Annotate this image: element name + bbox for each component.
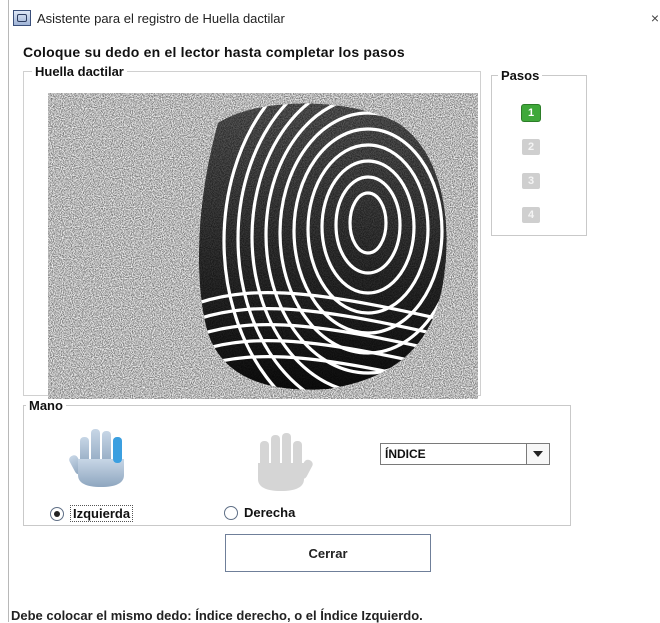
app-window-icon	[13, 10, 31, 26]
step-3-indicator: 3	[522, 173, 540, 189]
close-button[interactable]: Cerrar	[225, 534, 431, 572]
window-title: Asistente para el registro de Huella dac…	[37, 10, 285, 26]
steps-panel-legend: Pasos	[501, 68, 540, 83]
right-hand-icon	[258, 433, 313, 491]
registration-window: Asistente para el registro de Huella dac…	[8, 0, 659, 623]
step-4-indicator: 4	[522, 207, 540, 223]
hand-panel: Mano Izquierda Derecha ÍNDICE	[23, 398, 571, 526]
instruction-text: Coloque su dedo en el lector hasta compl…	[23, 44, 405, 60]
fingerprint-panel: Huella dactilar	[23, 64, 481, 399]
radio-left-hand[interactable]: Izquierda	[50, 505, 134, 522]
chevron-down-icon[interactable]	[526, 444, 549, 464]
radio-left-indicator[interactable]	[50, 506, 64, 521]
step-1-indicator: 1	[522, 105, 540, 121]
status-message: Debe colocar el mismo dedo: Índice derec…	[11, 608, 423, 623]
radio-right-indicator[interactable]	[224, 505, 238, 520]
finger-select-value: ÍNDICE	[385, 447, 426, 461]
fingerprint-panel-legend: Huella dactilar	[35, 64, 124, 79]
radio-left-label: Izquierda	[70, 505, 134, 522]
radio-right-label: Derecha	[244, 505, 296, 520]
finger-select[interactable]: ÍNDICE	[380, 443, 550, 465]
left-hand-icon	[69, 429, 124, 487]
title-bar: Asistente para el registro de Huella dac…	[9, 0, 659, 36]
window-close-icon[interactable]: ×	[651, 10, 659, 26]
hand-panel-legend: Mano	[29, 398, 63, 413]
radio-right-hand[interactable]: Derecha	[224, 505, 295, 520]
step-2-indicator: 2	[522, 139, 540, 155]
fingerprint-scan-image	[48, 93, 478, 399]
steps-panel: Pasos 1 2 3 4	[491, 68, 587, 236]
